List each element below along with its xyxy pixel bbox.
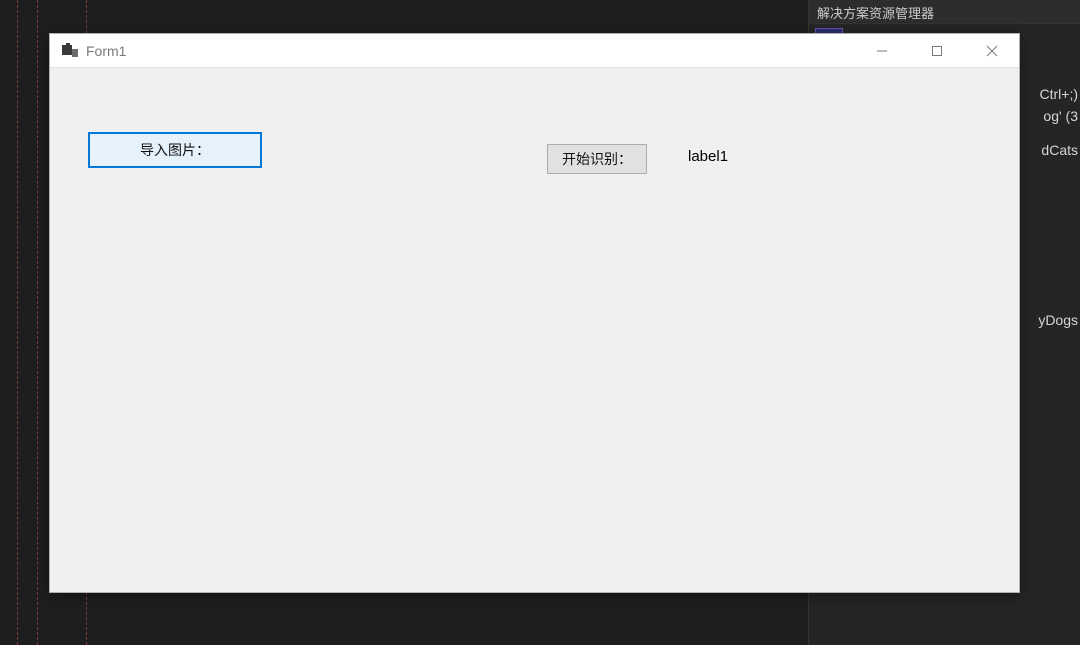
shortcut-hint: Ctrl+;) bbox=[1040, 84, 1079, 104]
form1-window[interactable]: Form1 导入图片： 开始识别： label1 bbox=[49, 33, 1020, 593]
start-recognize-button-label: 开始识别： bbox=[562, 149, 632, 169]
import-image-button[interactable]: 导入图片： bbox=[88, 132, 262, 168]
tree-item-fragment[interactable]: og' (3 bbox=[1043, 106, 1078, 126]
form-client-area[interactable]: 导入图片： 开始识别： label1 bbox=[50, 68, 1019, 592]
tree-item-fragment[interactable]: dCats bbox=[1041, 140, 1078, 160]
start-recognize-button[interactable]: 开始识别： bbox=[547, 144, 647, 174]
window-title: Form1 bbox=[86, 43, 854, 59]
minimize-button[interactable] bbox=[854, 34, 909, 67]
window-app-icon bbox=[62, 43, 78, 59]
indent-guide bbox=[37, 0, 38, 645]
maximize-button[interactable] bbox=[909, 34, 964, 67]
import-image-button-label: 导入图片： bbox=[140, 140, 210, 160]
close-button[interactable] bbox=[964, 34, 1019, 67]
indent-guide bbox=[17, 0, 18, 645]
label1: label1 bbox=[688, 148, 728, 165]
solution-explorer-title: 解决方案资源管理器 bbox=[809, 0, 1080, 24]
window-controls bbox=[854, 34, 1019, 67]
tree-item-fragment[interactable]: yDogs bbox=[1038, 310, 1078, 330]
window-titlebar[interactable]: Form1 bbox=[50, 34, 1019, 68]
